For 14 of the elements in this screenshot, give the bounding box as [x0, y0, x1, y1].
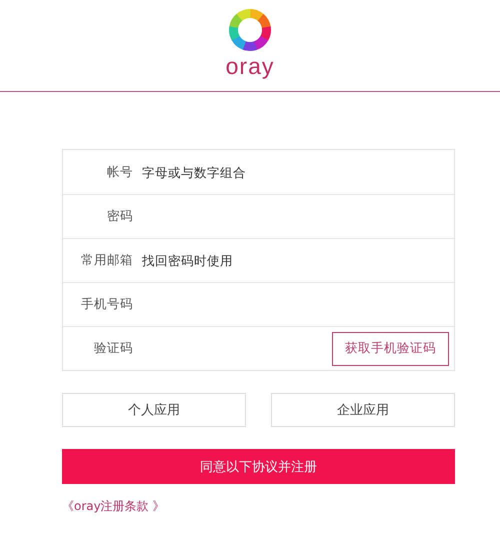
account-type-button[interactable]: 个人应用: [62, 393, 246, 427]
logo-text: oray: [226, 54, 274, 78]
input-field[interactable]: 字母或与数字组合: [142, 164, 322, 180]
logo-ring-icon: [228, 8, 272, 52]
input-field[interactable]: 找回密码时使用: [142, 253, 322, 268]
terms-link[interactable]: 《oray注册条款 》: [62, 498, 165, 515]
field-label: 手机号码: [80, 296, 133, 313]
get-code-button[interactable]: 获取手机验证码: [332, 332, 449, 366]
field-label: 帐号: [106, 164, 133, 180]
account-type-button[interactable]: 企业应用: [271, 393, 455, 427]
register-button[interactable]: 同意以下协议并注册: [62, 449, 455, 484]
field-label: 密码: [106, 208, 133, 225]
field-label: 常用邮箱: [80, 252, 133, 269]
field-label: 验证码: [93, 340, 133, 357]
